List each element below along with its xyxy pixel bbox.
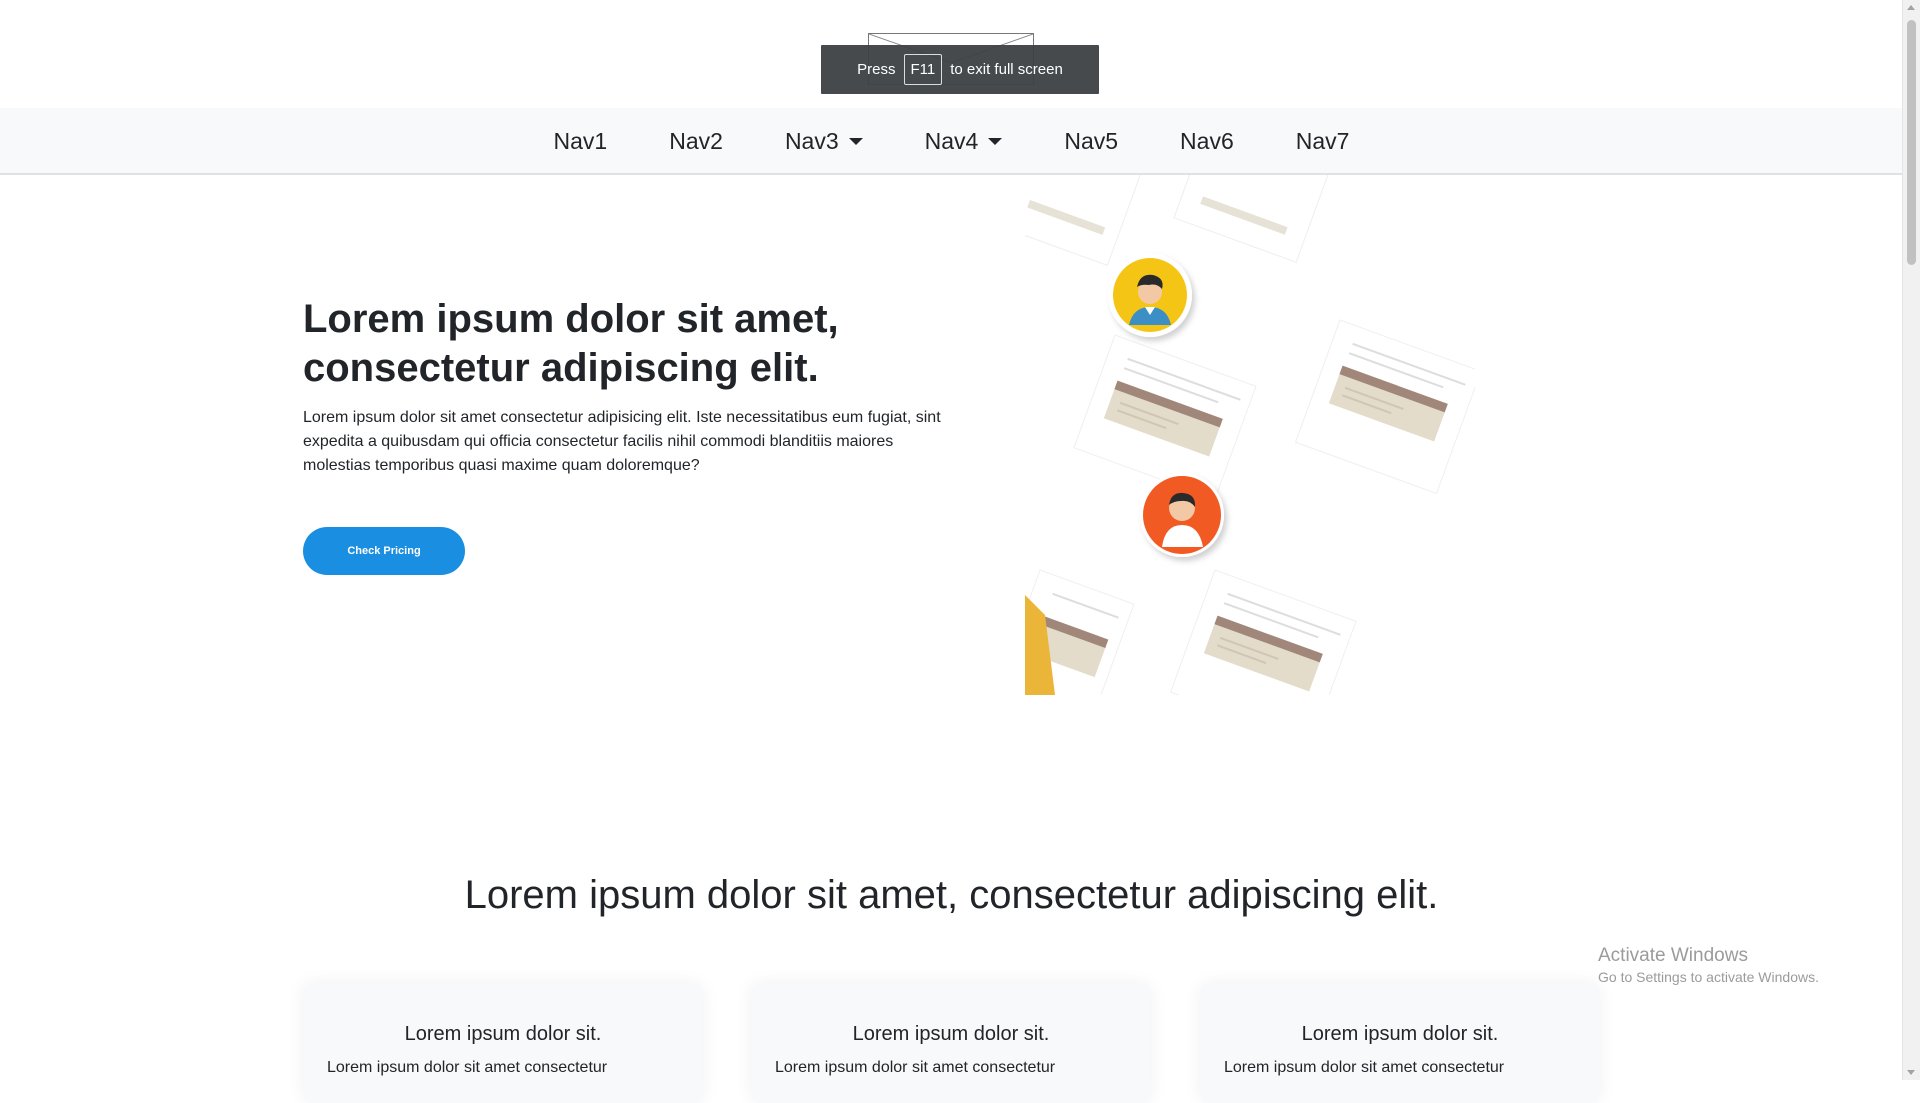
cards-row: Lorem ipsum dolor sit. Lorem ipsum dolor… — [303, 983, 1600, 1103]
nav-item-label: Nav2 — [669, 128, 723, 154]
documents-illustration — [1025, 175, 1475, 695]
nav-item-nav4[interactable]: Nav4 — [894, 128, 1034, 155]
nav-item-label: Nav4 — [924, 128, 979, 154]
nav-item-nav1[interactable]: Nav1 — [523, 128, 639, 155]
hero-title-line1: Lorem ipsum dolor sit amet, — [303, 297, 839, 341]
scroll-up-arrow-icon[interactable] — [1907, 5, 1915, 10]
scroll-down-arrow-icon[interactable] — [1907, 1070, 1915, 1075]
fullscreen-press-text: Press — [857, 61, 896, 78]
nav-item-nav7[interactable]: Nav7 — [1265, 128, 1381, 155]
card-text: Lorem ipsum dolor sit amet consectetur — [775, 1059, 1056, 1076]
fullscreen-message: to exit full screen — [950, 61, 1063, 78]
feature-card: Lorem ipsum dolor sit. Lorem ipsum dolor… — [751, 983, 1151, 1103]
nav-item-label: Nav5 — [1064, 128, 1119, 154]
card-text: Lorem ipsum dolor sit amet consectetur — [327, 1059, 608, 1076]
fullscreen-notice: Press F11 to exit full screen — [821, 45, 1099, 94]
activate-windows-watermark: Activate Windows Go to Settings to activ… — [1598, 945, 1819, 985]
page-scrollbar[interactable] — [1902, 0, 1920, 1080]
hero-title-line2: consectetur adipiscing elit. — [303, 346, 819, 390]
navbar: Nav1 Nav2 Nav3 Nav4 Nav5 Nav6 Nav7 — [0, 108, 1903, 175]
nav-item-nav5[interactable]: Nav5 — [1033, 128, 1149, 155]
hero-description: Lorem ipsum dolor sit amet consectetur a… — [303, 409, 941, 474]
section-title: Lorem ipsum dolor sit amet, consectetur … — [464, 873, 1439, 917]
card-title: Lorem ipsum dolor sit. — [1301, 1023, 1499, 1045]
document-icon — [1169, 569, 1357, 695]
avatar-male-icon — [1108, 253, 1192, 337]
nav-item-label: Nav7 — [1295, 128, 1350, 154]
card-title: Lorem ipsum dolor sit. — [852, 1023, 1050, 1045]
dropdown-caret-icon — [988, 138, 1003, 145]
nav-item-nav2[interactable]: Nav2 — [638, 128, 754, 155]
feature-card: Lorem ipsum dolor sit. Lorem ipsum dolor… — [1200, 983, 1600, 1103]
dropdown-caret-icon — [848, 138, 863, 145]
card-title: Lorem ipsum dolor sit. — [404, 1023, 602, 1045]
nav-item-label: Nav3 — [784, 128, 839, 154]
nav-item-label: Nav1 — [553, 128, 608, 154]
document-icon — [1025, 175, 1150, 267]
watermark-title: Activate Windows — [1598, 945, 1748, 966]
document-icon — [1294, 319, 1475, 495]
watermark-subtitle: Go to Settings to activate Windows. — [1598, 969, 1819, 985]
check-pricing-button[interactable]: Check Pricing — [303, 527, 465, 575]
nav-item-nav3[interactable]: Nav3 — [754, 128, 894, 155]
hero-illustration — [1025, 175, 1475, 695]
nav-item-label: Nav6 — [1180, 128, 1234, 154]
scrollbar-thumb[interactable] — [1907, 20, 1916, 265]
document-icon — [1073, 334, 1257, 500]
f11-key: F11 — [903, 54, 943, 85]
nav-item-nav6[interactable]: Nav6 — [1149, 128, 1265, 155]
hero-title: Lorem ipsum dolor sit amet, consectetur … — [303, 295, 943, 393]
document-icon — [1173, 175, 1338, 263]
feature-card: Lorem ipsum dolor sit. Lorem ipsum dolor… — [303, 983, 703, 1103]
avatar-female-icon — [1140, 473, 1224, 557]
card-text: Lorem ipsum dolor sit amet consectetur — [1224, 1059, 1505, 1076]
nav-list: Nav1 Nav2 Nav3 Nav4 Nav5 Nav6 Nav7 — [0, 108, 1903, 175]
